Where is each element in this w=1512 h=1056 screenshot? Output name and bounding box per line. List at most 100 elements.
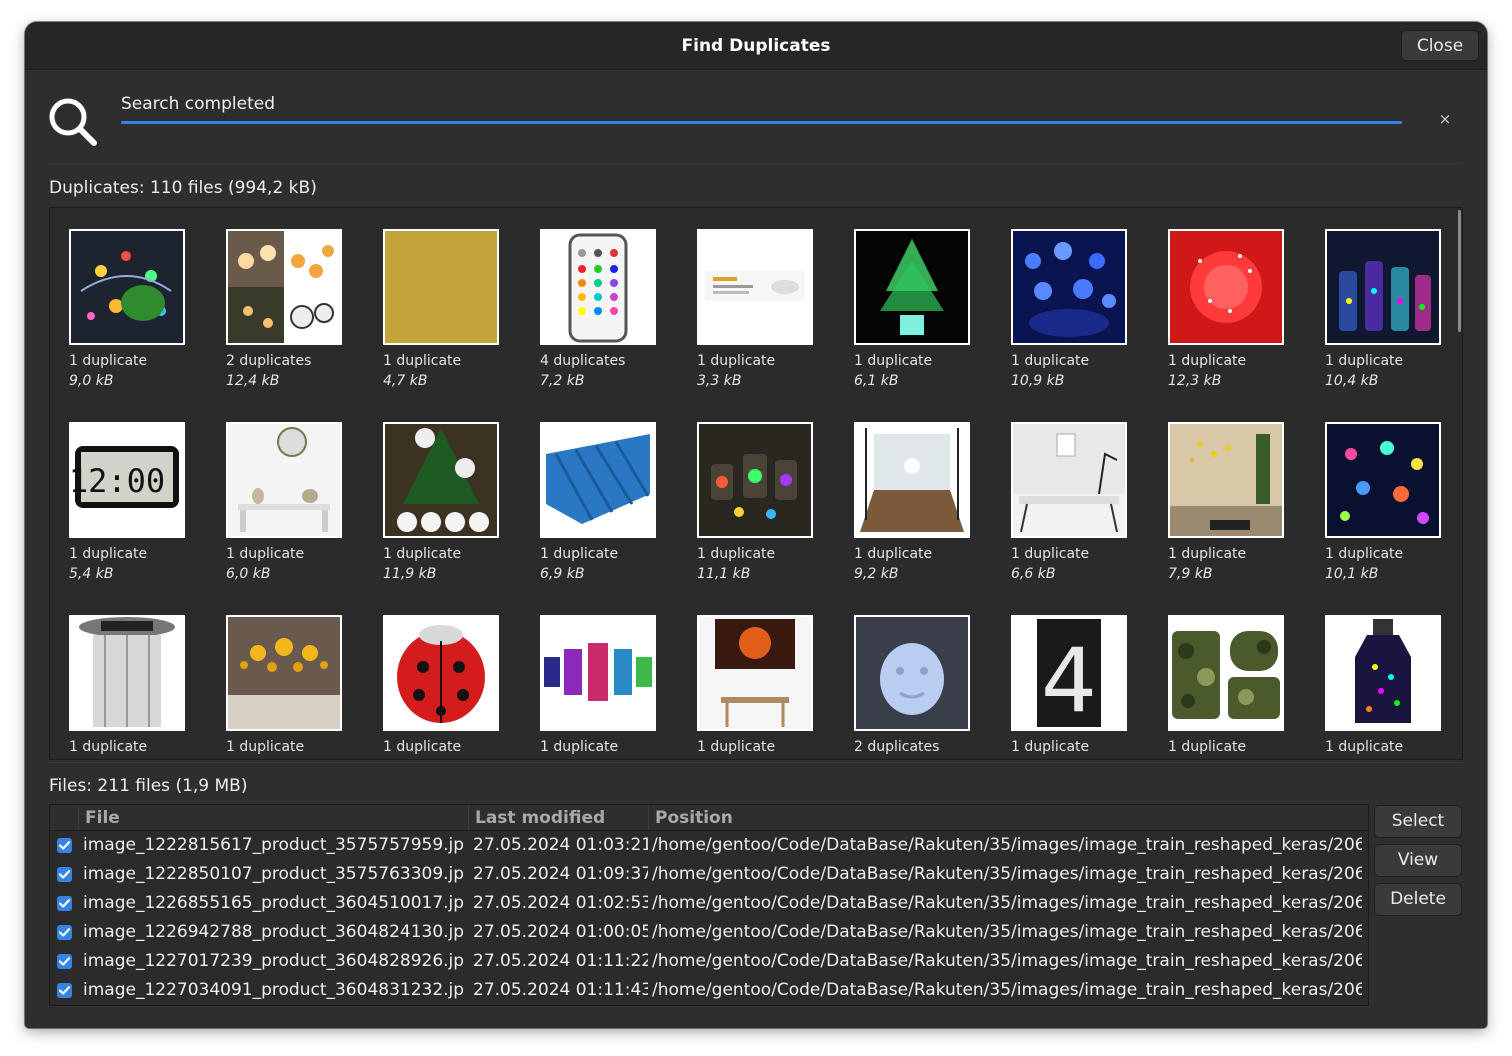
duplicate-tile[interactable]: 2 duplicates 12,4 kB	[207, 208, 342, 389]
thumbnail-image[interactable]	[383, 615, 499, 731]
file-name-cell: image_1227034091_product_3604831232.jpg	[83, 980, 463, 1000]
thumbnail-image[interactable]	[69, 229, 185, 345]
duplicate-tile[interactable]: 1 duplicate 6,6 kB	[992, 401, 1127, 582]
table-row[interactable]: image_1226942788_product_3604824130.jpg 2…	[50, 918, 1368, 947]
thumbnail-image[interactable]	[540, 615, 656, 731]
thumbnail-image[interactable]	[226, 615, 342, 731]
duplicate-tile[interactable]: 1 duplicate 6,9 kB	[521, 401, 656, 582]
thumbnail-image[interactable]	[69, 615, 185, 731]
duplicate-size: 4,7 kB	[383, 373, 428, 389]
thumbnail-image[interactable]	[226, 229, 342, 345]
thumbnail-image[interactable]	[1325, 615, 1441, 731]
table-row[interactable]: image_1222850107_product_3575763309.jpg 2…	[50, 860, 1368, 889]
duplicate-tile[interactable]: 1 duplicate 12,3 kB	[1149, 208, 1284, 389]
column-header-position[interactable]: Position	[648, 805, 1368, 830]
duplicate-count: 1 duplicate	[697, 546, 776, 562]
thumbnail-image[interactable]	[1011, 422, 1127, 538]
column-header-file[interactable]: File	[78, 805, 468, 830]
select-button[interactable]: Select	[1374, 805, 1462, 838]
row-checkbox[interactable]	[57, 867, 72, 882]
thumbnail-image[interactable]	[697, 229, 813, 345]
duplicate-tile[interactable]: 12:00 1 duplicate 5,4 kB	[50, 401, 185, 582]
thumbnail-image[interactable]	[540, 229, 656, 345]
duplicate-tile[interactable]: 1 duplicate	[678, 594, 813, 759]
dismiss-icon[interactable]: ×	[1436, 110, 1454, 128]
duplicate-tile[interactable]: 1 duplicate	[50, 594, 185, 759]
duplicate-count: 1 duplicate	[1325, 353, 1404, 369]
thumbnail-image[interactable]	[1168, 422, 1284, 538]
position-cell: /home/gentoo/Code/DataBase/Rakuten/35/im…	[652, 835, 1362, 855]
duplicate-tile[interactable]: 1 duplicate 9,2 kB	[835, 401, 970, 582]
table-row[interactable]: image_1222815617_product_3575757959.jpg 2…	[50, 831, 1368, 860]
search-progress-bar	[121, 121, 1402, 124]
duplicates-grid[interactable]: 1 duplicate 9,0 kB 2 duplicates 12,4 kB 1 du…	[49, 207, 1463, 760]
duplicate-tile[interactable]: 1 duplicate	[364, 594, 499, 759]
files-table: File Last modified Position image_122281…	[49, 804, 1369, 1006]
duplicate-tile[interactable]: 1 duplicate	[1149, 594, 1284, 759]
duplicate-tile[interactable]: 1 duplicate 4,7 kB	[364, 208, 499, 389]
thumbnail-image[interactable]	[1011, 229, 1127, 345]
thumbnail-image[interactable]	[854, 422, 970, 538]
duplicate-tile[interactable]: 1 duplicate 9,0 kB	[50, 208, 185, 389]
duplicate-size: 6,9 kB	[540, 566, 585, 582]
duplicate-tile[interactable]: 4 1 duplicate	[992, 594, 1127, 759]
find-duplicates-dialog: Find Duplicates Close Search completed ×…	[25, 22, 1487, 1028]
duplicate-tile[interactable]: 1 duplicate 10,1 kB	[1306, 401, 1441, 582]
thumbnail-image[interactable]	[383, 229, 499, 345]
row-checkbox[interactable]	[57, 925, 72, 940]
duplicate-tile[interactable]: 1 duplicate 11,9 kB	[364, 401, 499, 582]
thumbnail-image[interactable]	[1168, 229, 1284, 345]
thumbnail-image[interactable]	[697, 422, 813, 538]
duplicate-size: 10,4 kB	[1325, 373, 1379, 389]
duplicate-count: 1 duplicate	[1325, 739, 1404, 755]
last-modified-cell: 27.05.2024 01:00:05	[473, 922, 648, 942]
duplicate-tile[interactable]: 1 duplicate	[1306, 594, 1441, 759]
duplicate-tile[interactable]: 4 duplicates 7,2 kB	[521, 208, 656, 389]
view-button[interactable]: View	[1374, 844, 1462, 877]
row-checkbox[interactable]	[57, 983, 72, 998]
table-row[interactable]: image_1226855165_product_3604510017.jpg 2…	[50, 889, 1368, 918]
duplicate-count: 1 duplicate	[540, 546, 619, 562]
duplicate-count: 1 duplicate	[226, 739, 305, 755]
duplicate-size: 12,3 kB	[1168, 373, 1222, 389]
row-checkbox[interactable]	[57, 838, 72, 853]
thumbnail-image[interactable]	[1325, 229, 1441, 345]
duplicate-tile[interactable]: 1 duplicate 7,9 kB	[1149, 401, 1284, 582]
column-header-last-modified[interactable]: Last modified	[468, 805, 648, 830]
duplicate-count: 1 duplicate	[1325, 546, 1404, 562]
position-cell: /home/gentoo/Code/DataBase/Rakuten/35/im…	[652, 893, 1362, 913]
thumbnail-image[interactable]: 4	[1011, 615, 1127, 731]
thumbnail-image[interactable]	[697, 615, 813, 731]
duplicate-size: 9,0 kB	[69, 373, 114, 389]
row-checkbox[interactable]	[57, 954, 72, 969]
duplicate-tile[interactable]: 1 duplicate 6,0 kB	[207, 401, 342, 582]
duplicate-tile[interactable]: 1 duplicate 6,1 kB	[835, 208, 970, 389]
thumbnail-image[interactable]	[854, 229, 970, 345]
thumbnail-image[interactable]	[226, 422, 342, 538]
delete-button[interactable]: Delete	[1374, 883, 1462, 916]
duplicate-tile[interactable]: 1 duplicate	[521, 594, 656, 759]
table-row[interactable]: image_1227034091_product_3604831232.jpg 2…	[50, 976, 1368, 1005]
thumbnail-image[interactable]	[854, 615, 970, 731]
thumbnail-image[interactable]: 12:00	[69, 422, 185, 538]
duplicate-tile[interactable]: 1 duplicate	[207, 594, 342, 759]
separator	[47, 163, 1463, 164]
duplicate-size: 6,0 kB	[226, 566, 271, 582]
duplicate-tile[interactable]: 1 duplicate 10,4 kB	[1306, 208, 1441, 389]
duplicate-size: 11,9 kB	[383, 566, 437, 582]
duplicate-tile[interactable]: 2 duplicates	[835, 594, 970, 759]
duplicate-tile[interactable]: 1 duplicate 10,9 kB	[992, 208, 1127, 389]
thumbnail-image[interactable]	[1168, 615, 1284, 731]
svg-text:12:00: 12:00	[71, 462, 165, 500]
thumbnail-image[interactable]	[1325, 422, 1441, 538]
duplicate-size: 5,4 kB	[69, 566, 114, 582]
duplicate-tile[interactable]: 1 duplicate 3,3 kB	[678, 208, 813, 389]
close-button[interactable]: Close	[1401, 30, 1479, 61]
grid-scrollbar[interactable]	[1458, 210, 1461, 332]
svg-text:4: 4	[1041, 629, 1097, 729]
duplicate-tile[interactable]: 1 duplicate 11,1 kB	[678, 401, 813, 582]
row-checkbox[interactable]	[57, 896, 72, 911]
thumbnail-image[interactable]	[540, 422, 656, 538]
table-row[interactable]: image_1227017239_product_3604828926.jpg 2…	[50, 947, 1368, 976]
thumbnail-image[interactable]	[383, 422, 499, 538]
